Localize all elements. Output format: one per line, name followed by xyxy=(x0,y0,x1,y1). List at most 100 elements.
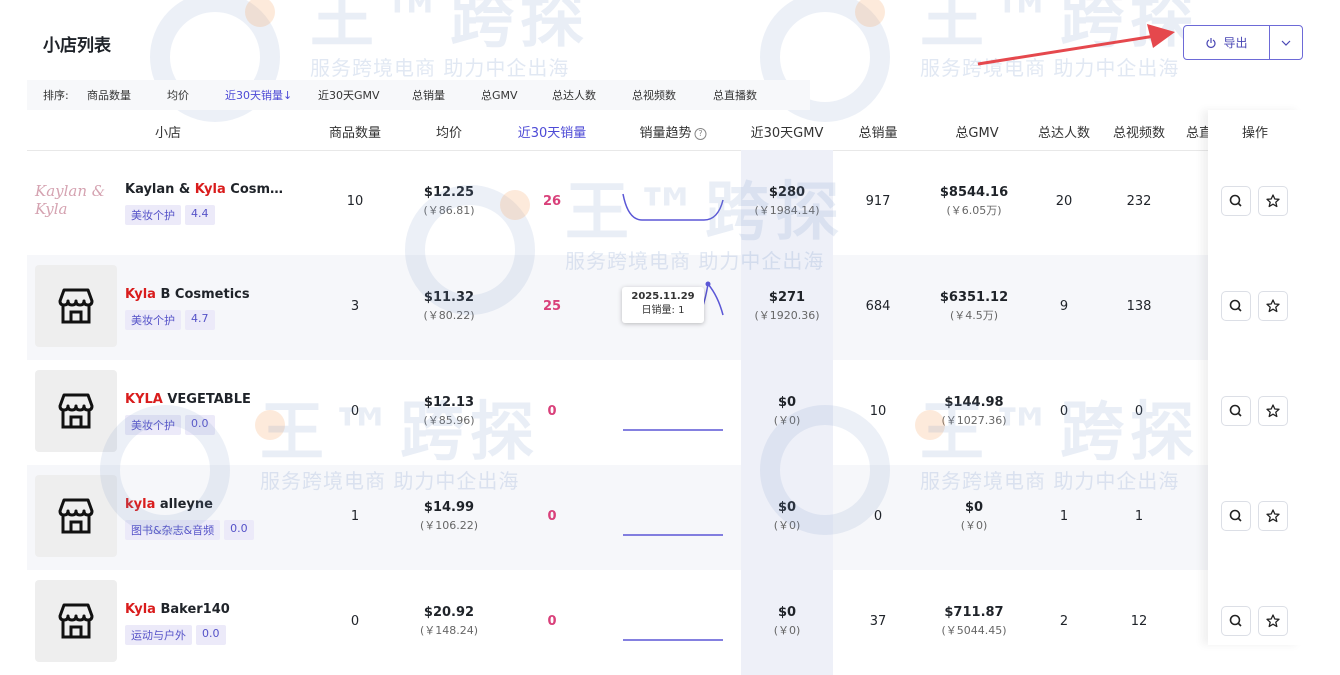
avg-price: $12.25 xyxy=(423,185,475,200)
avg-price: $14.99 xyxy=(423,500,475,515)
store-name[interactable]: Kaylan & Kyla Cosmet... xyxy=(125,182,285,197)
help-icon[interactable]: ? xyxy=(694,127,707,140)
store-name[interactable]: Kyla B Cosmetics xyxy=(125,287,285,302)
view-button[interactable] xyxy=(1221,291,1251,321)
col-total-videos[interactable]: 总视频数 xyxy=(1113,122,1165,141)
rating-tag: 0.0 xyxy=(196,625,226,645)
col-product-count[interactable]: 商品数量 xyxy=(329,122,381,141)
star-icon xyxy=(1266,299,1280,313)
star-icon xyxy=(1266,614,1280,628)
sort-option-sales-30d[interactable]: 近30天销量↓ xyxy=(225,87,292,103)
favorite-button[interactable] xyxy=(1258,291,1288,321)
tooltip-value: 日销量: 1 xyxy=(641,305,685,316)
store-avatar xyxy=(35,580,117,662)
sort-option-avg-price[interactable]: 均价 xyxy=(167,87,189,103)
sales-30d: 0 xyxy=(547,404,557,419)
total-gmv: $711.87 xyxy=(944,605,1004,620)
store-avatar xyxy=(35,370,117,452)
search-icon xyxy=(1229,614,1242,627)
export-button[interactable]: 导出 xyxy=(1184,26,1270,59)
favorite-button[interactable] xyxy=(1258,501,1288,531)
sort-option-videos[interactable]: 总视频数 xyxy=(632,87,676,103)
search-icon xyxy=(1229,404,1242,417)
total-sales: 37 xyxy=(869,614,887,629)
view-button[interactable] xyxy=(1221,186,1251,216)
trend-tooltip: 2025.11.29 日销量: 1 xyxy=(622,287,704,323)
favorite-button[interactable] xyxy=(1258,396,1288,426)
sort-option-gmv-30d[interactable]: 近30天GMV xyxy=(318,87,380,103)
product-count: 0 xyxy=(350,614,360,629)
table-row[interactable]: kyla alleyne 图书&杂志&音频 0.0 1 $14.99 (￥106.2… xyxy=(27,465,1302,570)
avg-price: $12.13 xyxy=(423,395,475,410)
search-icon xyxy=(1229,509,1242,522)
avg-price-cny: (￥85.96) xyxy=(423,414,475,427)
view-button[interactable] xyxy=(1221,606,1251,636)
sales-trend-chart xyxy=(623,534,723,536)
total-gmv: $8544.16 xyxy=(939,185,1009,200)
category-tag: 图书&杂志&音频 xyxy=(125,520,221,540)
avg-price-cny: (￥86.81) xyxy=(423,204,475,217)
rating-tag: 4.4 xyxy=(185,205,215,225)
store-avatar xyxy=(35,265,117,347)
total-sales: 917 xyxy=(865,194,891,209)
rating-tag: 4.7 xyxy=(185,310,215,330)
export-icon xyxy=(1206,37,1217,48)
sales-30d: 0 xyxy=(547,509,557,524)
shop-icon xyxy=(58,498,94,534)
search-icon xyxy=(1229,299,1242,312)
store-name[interactable]: kyla alleyne xyxy=(125,497,285,512)
table-row[interactable]: Kaylan & Kyla Kaylan & Kyla Cosmet... 美妆… xyxy=(27,150,1302,255)
star-icon xyxy=(1266,404,1280,418)
col-total-creators[interactable]: 总达人数 xyxy=(1038,122,1090,141)
export-label: 导出 xyxy=(1223,36,1248,50)
table-row[interactable]: Kyla Baker140 运动与户外 0.0 0 $20.92 (￥148.24)… xyxy=(27,570,1302,675)
view-button[interactable] xyxy=(1221,396,1251,426)
avg-price: $20.92 xyxy=(423,605,475,620)
star-icon xyxy=(1266,194,1280,208)
sort-option-products[interactable]: 商品数量 xyxy=(87,87,131,103)
table-row[interactable]: KYLA VEGETABLE 美妆个护 0.0 0 $12.13 (￥85.96) … xyxy=(27,360,1302,465)
avg-price-cny: (￥106.22) xyxy=(419,519,479,532)
total-creators: 0 xyxy=(1059,404,1069,419)
sales-trend-chart xyxy=(622,193,724,221)
favorite-button[interactable] xyxy=(1258,186,1288,216)
total-sales: 10 xyxy=(869,404,887,419)
store-table: 小店 商品数量 均价 近30天销量 销量趋势? 近30天GMV 总销量 总GMV… xyxy=(27,110,1302,675)
export-button-group[interactable]: 导出 xyxy=(1183,25,1303,60)
total-sales: 0 xyxy=(873,509,883,524)
total-videos: 138 xyxy=(1126,299,1152,314)
avg-price: $11.32 xyxy=(423,290,475,305)
export-dropdown-button[interactable] xyxy=(1270,26,1302,59)
total-creators: 1 xyxy=(1059,509,1069,524)
sales-30d: 26 xyxy=(542,194,562,209)
total-gmv-cny: (￥6.05万) xyxy=(946,204,1002,217)
col-actions: 操作 xyxy=(1241,126,1268,141)
store-name[interactable]: KYLA VEGETABLE xyxy=(125,392,285,407)
product-count: 10 xyxy=(346,194,364,209)
col-avg-price[interactable]: 均价 xyxy=(436,122,462,141)
sort-option-live[interactable]: 总直播数 xyxy=(713,87,757,103)
page-title: 小店列表 xyxy=(43,36,111,56)
total-gmv: $144.98 xyxy=(944,395,1004,410)
total-videos: 0 xyxy=(1134,404,1144,419)
product-count: 3 xyxy=(350,299,360,314)
gmv-30d-cny: (￥0) xyxy=(773,624,801,637)
sort-bar: 排序: 商品数量 均价 近30天销量↓ 近30天GMV 总销量 总GMV 总达人… xyxy=(27,80,810,110)
gmv-30d: $280 xyxy=(768,185,806,200)
store-name[interactable]: Kyla Baker140 xyxy=(125,602,285,617)
sort-option-total-gmv[interactable]: 总GMV xyxy=(481,87,518,103)
col-total-sales[interactable]: 总销量 xyxy=(858,122,897,141)
view-button[interactable] xyxy=(1221,501,1251,531)
col-gmv-30d[interactable]: 近30天GMV xyxy=(751,122,824,141)
total-gmv-cny: (￥5044.45) xyxy=(941,624,1007,637)
product-count: 0 xyxy=(350,404,360,419)
total-gmv-cny: (￥4.5万) xyxy=(949,309,999,322)
sort-option-total-sales[interactable]: 总销量 xyxy=(412,87,445,103)
total-videos: 232 xyxy=(1126,194,1152,209)
col-sales-30d[interactable]: 近30天销量 xyxy=(518,122,587,141)
col-total-gmv[interactable]: 总GMV xyxy=(955,122,998,141)
favorite-button[interactable] xyxy=(1258,606,1288,636)
sort-option-creators[interactable]: 总达人数 xyxy=(552,87,596,103)
tooltip-date: 2025.11.29 xyxy=(631,291,695,302)
sales-trend-chart xyxy=(623,639,723,641)
